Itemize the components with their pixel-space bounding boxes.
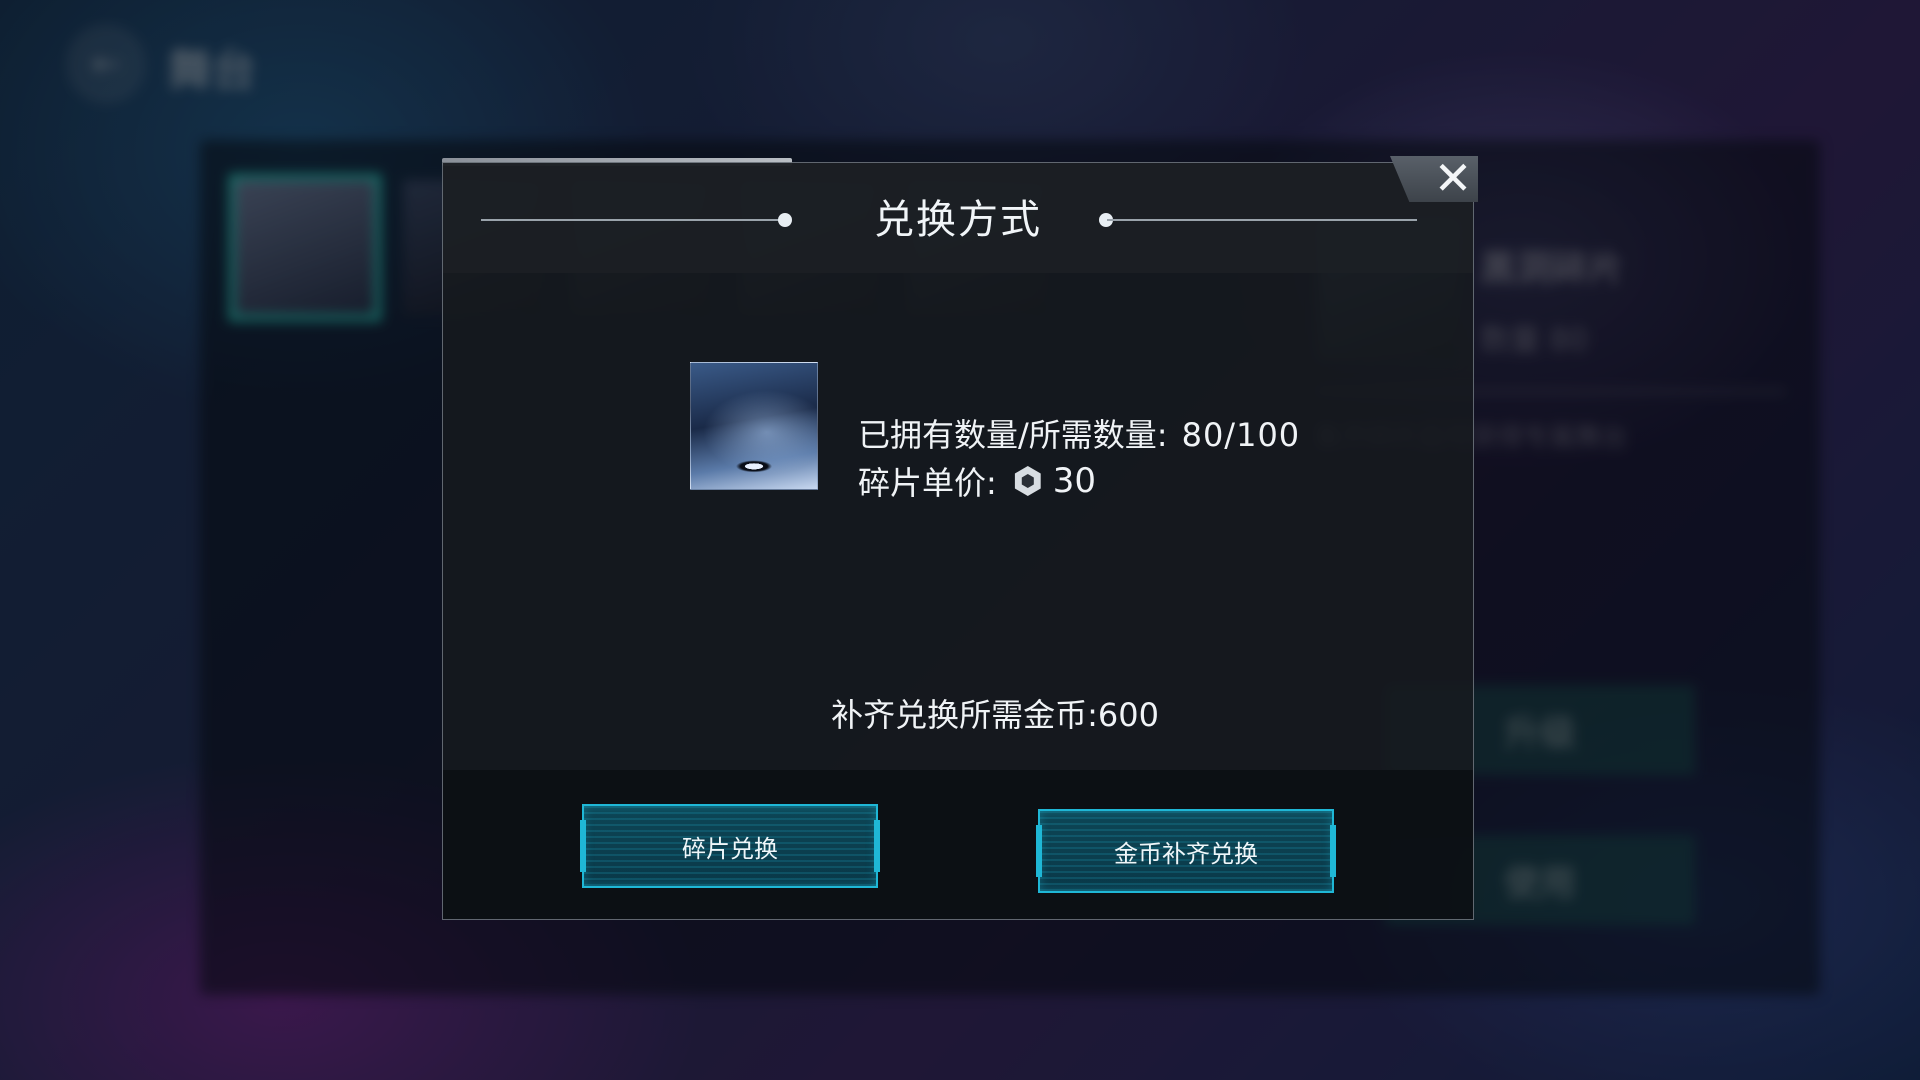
unit-price-label: 碎片单价:: [858, 464, 997, 502]
close-icon[interactable]: ✕: [1428, 153, 1478, 203]
coin-cost-text: 补齐兑换所需金币:600: [831, 696, 1159, 734]
fragment-item-image: [690, 362, 818, 490]
dialog-header: 兑换方式: [443, 163, 1473, 273]
owned-quantity-value: 80/100: [1181, 416, 1301, 454]
unit-price-row: 碎片单价: 30: [858, 458, 1096, 504]
unit-price-value: 30: [1052, 461, 1097, 501]
shard-exchange-button[interactable]: 碎片兑换: [580, 804, 880, 888]
owned-quantity-label: 已拥有数量/所需数量:: [858, 416, 1168, 454]
coin-exchange-button[interactable]: 金币补齐兑换: [1036, 809, 1336, 893]
hexagon-shard-icon: [1014, 466, 1041, 496]
owned-quantity-row: 已拥有数量/所需数量: 80/100: [858, 410, 1300, 456]
dialog-title: 兑换方式: [874, 197, 1042, 243]
title-line-right: [1107, 219, 1417, 221]
